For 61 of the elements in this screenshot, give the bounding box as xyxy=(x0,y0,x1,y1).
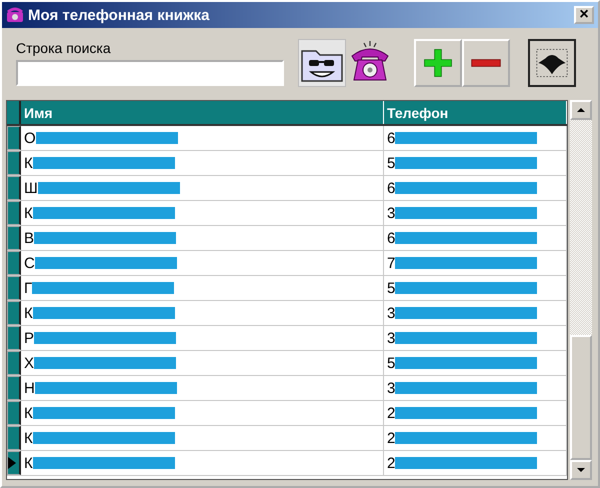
table-cell: 6 xyxy=(387,180,396,196)
column-header[interactable]: Имя xyxy=(21,101,384,124)
row-indicator[interactable] xyxy=(7,226,21,250)
table-cell: 3 xyxy=(387,304,396,322)
table-cell: 7 xyxy=(387,254,396,272)
table-cell: В xyxy=(24,230,34,246)
row-indicator[interactable] xyxy=(7,251,21,275)
collapse-button[interactable] xyxy=(528,39,576,87)
remove-button[interactable] xyxy=(462,39,510,87)
contacts-button[interactable] xyxy=(298,39,346,87)
row-indicator[interactable] xyxy=(7,451,21,475)
row-indicator[interactable] xyxy=(7,301,21,325)
table-cell: Х xyxy=(24,354,34,372)
row-indicator[interactable] xyxy=(7,276,21,300)
up-arrow-icon xyxy=(577,108,585,112)
table-cell: К xyxy=(24,454,33,472)
table-cell: К xyxy=(24,430,33,446)
table-cell: К xyxy=(24,204,33,222)
row-indicator[interactable] xyxy=(7,351,21,375)
table-cell: 2 xyxy=(387,404,396,422)
down-arrow-icon xyxy=(577,468,585,472)
table-cell: 6 xyxy=(387,130,396,146)
scrollbar[interactable] xyxy=(570,100,592,480)
table-cell: 5 xyxy=(387,280,396,296)
table-cell: Г xyxy=(24,280,32,296)
table-cell: К xyxy=(24,154,33,172)
table-cell: 3 xyxy=(387,204,396,222)
row-indicator[interactable] xyxy=(7,426,21,450)
table-cell: 3 xyxy=(387,380,396,396)
phone-icon xyxy=(6,7,24,23)
row-indicator[interactable] xyxy=(7,401,21,425)
table-cell: К xyxy=(24,404,33,422)
row-indicator[interactable] xyxy=(7,151,21,175)
table-cell: 2 xyxy=(387,454,396,472)
table-cell: Н xyxy=(24,380,35,396)
row-indicator[interactable] xyxy=(7,176,21,200)
current-row-icon xyxy=(8,457,16,469)
table-cell: К xyxy=(24,304,33,322)
row-indicator[interactable] xyxy=(7,326,21,350)
table-cell: 2 xyxy=(387,430,396,446)
column-header[interactable]: Телефон xyxy=(384,101,567,124)
table-cell: О xyxy=(24,130,36,146)
minus-icon xyxy=(470,58,502,68)
scroll-thumb[interactable] xyxy=(570,335,592,460)
table-cell: Р xyxy=(24,330,34,346)
scroll-up-button[interactable] xyxy=(570,100,592,120)
table-cell: 6 xyxy=(387,230,396,246)
table-cell: Ш xyxy=(24,180,38,196)
close-button[interactable]: × xyxy=(574,6,594,24)
table-cell: 5 xyxy=(387,154,396,172)
table-cell: С xyxy=(24,254,35,272)
table-cell: 3 xyxy=(387,330,396,346)
window-title: Моя телефонная книжка xyxy=(28,6,210,24)
row-indicator[interactable] xyxy=(7,201,21,225)
search-field[interactable] xyxy=(16,60,284,86)
search-label: Строка поиска xyxy=(16,40,112,56)
row-indicator[interactable] xyxy=(7,376,21,400)
table-cell: 5 xyxy=(387,354,396,372)
scroll-down-button[interactable] xyxy=(570,460,592,480)
row-indicator[interactable] xyxy=(7,126,21,150)
add-button[interactable] xyxy=(414,39,462,87)
